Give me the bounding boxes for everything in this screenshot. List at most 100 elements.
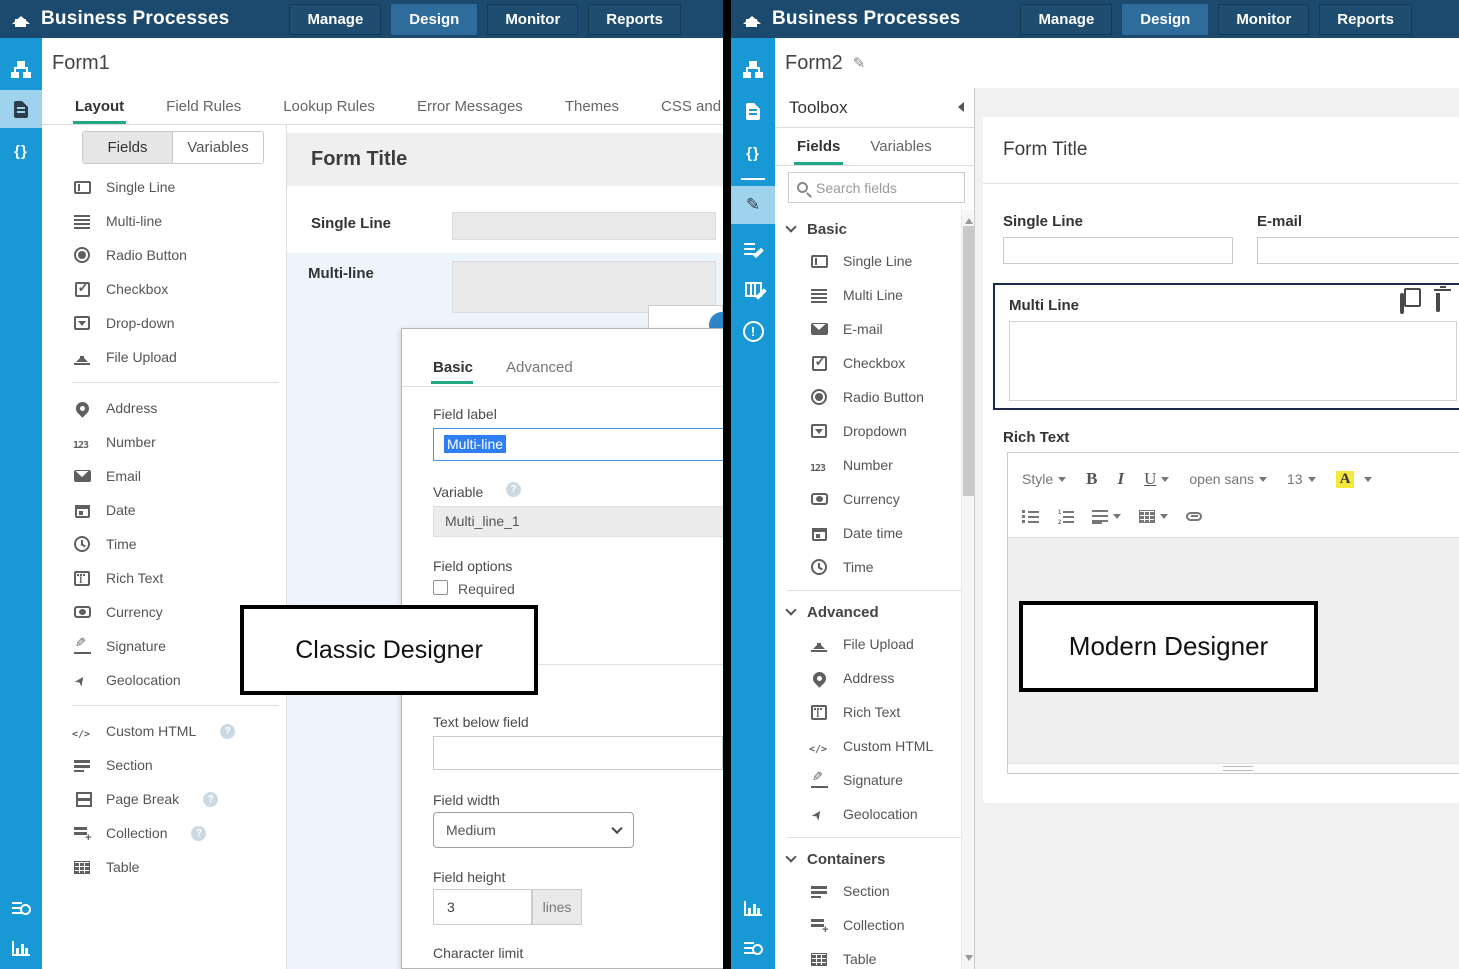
style-dropdown[interactable]: Style [1022,471,1066,487]
nav-item-monitor[interactable]: Monitor [487,4,578,35]
field-item-rich-text[interactable]: Rich Text [42,561,285,595]
tab-field-rules[interactable]: Field Rules [166,90,241,123]
toolbox-item-section[interactable]: Section [775,874,961,908]
duplicate-field-icon[interactable] [1400,295,1404,313]
form-document-icon[interactable] [0,90,42,128]
toolbox-scrollbar[interactable] [961,210,974,969]
tab-layout[interactable]: Layout [75,90,124,123]
toolbox-item-checkbox[interactable]: Checkbox [775,346,961,380]
section-advanced[interactable]: Advanced [775,597,961,627]
scroll-down-icon[interactable] [965,955,973,965]
required-checkbox[interactable] [433,580,448,595]
nav-item-reports[interactable]: Reports [588,4,681,35]
email-field-input[interactable] [1257,237,1459,264]
search-list-icon[interactable] [731,929,775,967]
form-document-icon[interactable] [731,92,775,130]
field-item-checkbox[interactable]: Checkbox [42,272,285,306]
font-family-dropdown[interactable]: open sans [1189,471,1267,487]
insert-table-dropdown[interactable] [1139,510,1168,523]
table-rules-icon[interactable] [731,270,775,308]
delete-field-icon[interactable] [1436,293,1440,311]
help-icon[interactable]: ? [203,792,218,807]
help-icon[interactable]: ? [506,482,521,497]
sitemap-icon[interactable] [0,50,42,88]
field-item-page-break[interactable]: Page Break? [42,782,285,816]
field-item-single-line[interactable]: Single Line [42,170,285,204]
bar-chart-icon[interactable] [0,929,42,967]
home-icon[interactable] [743,12,760,27]
toolbox-item-file-upload[interactable]: File Upload [775,627,961,661]
field-rules-icon[interactable] [731,230,775,268]
field-item-email[interactable]: Email [42,459,285,493]
collapse-panel-icon[interactable] [953,102,964,112]
toolbox-item-address[interactable]: Address [775,661,961,695]
insert-link-button[interactable] [1186,512,1202,521]
toolbox-item-table[interactable]: Table [775,942,961,969]
help-icon[interactable]: ? [191,826,206,841]
nav-item-monitor[interactable]: Monitor [1218,4,1309,35]
field-width-select[interactable]: Medium [433,812,634,848]
single-line-field-input[interactable] [1003,237,1233,264]
field-label-input[interactable]: Multi-line [433,428,723,461]
underline-dropdown[interactable]: U [1144,469,1169,489]
pencil-designer-icon[interactable]: ✎ [731,186,775,224]
field-item-multi-line[interactable]: Multi-line [42,204,285,238]
toggle-fields[interactable]: Fields [83,132,173,163]
alert-icon[interactable]: ! [731,312,775,350]
field-item-table[interactable]: Table [42,850,285,884]
bar-chart-icon[interactable] [731,889,775,927]
toolbox-item-collection[interactable]: Collection [775,908,961,942]
field-item-section[interactable]: Section [42,748,285,782]
section-basic[interactable]: Basic [775,214,961,244]
nav-item-manage[interactable]: Manage [289,4,381,35]
toggle-variables[interactable]: Variables [173,132,263,163]
font-size-dropdown[interactable]: 13 [1287,471,1316,487]
toolbox-item-dropdown[interactable]: Dropdown [775,414,961,448]
font-color-dropdown[interactable]: A [1336,471,1373,488]
toolbox-item-single-line[interactable]: Single Line [775,244,961,278]
help-icon[interactable]: ? [220,724,235,739]
toolbox-item-time[interactable]: Time [775,550,961,584]
braces-icon[interactable]: {} [731,134,775,172]
toolbox-item-currency[interactable]: Currency [775,482,961,516]
nav-item-reports[interactable]: Reports [1319,4,1412,35]
scrollbar-thumb[interactable] [963,226,974,496]
field-height-input[interactable]: 3 [433,889,532,925]
field-item-address[interactable]: Address [42,391,285,425]
tab-themes[interactable]: Themes [565,90,619,123]
field-item-collection[interactable]: Collection? [42,816,285,850]
italic-button[interactable]: I [1117,469,1124,489]
field-item-custom-html[interactable]: Custom HTML? [42,714,285,748]
form-title-bar[interactable]: Form Title [287,133,723,186]
field-item-radio-button[interactable]: Radio Button [42,238,285,272]
tab-error-messages[interactable]: Error Messages [417,90,523,123]
toolbox-tab-variables[interactable]: Variables [870,129,931,164]
toolbox-item-radio-button[interactable]: Radio Button [775,380,961,414]
toolbox-item-multi-line[interactable]: Multi Line [775,278,961,312]
search-list-icon[interactable] [0,889,42,927]
toolbox-item-signature[interactable]: Signature [775,763,961,797]
form-title[interactable]: Form Title [1003,139,1087,161]
field-item-time[interactable]: Time [42,527,285,561]
tab-css-javascript[interactable]: CSS and JavaScript [661,90,723,123]
toolbox-item-custom-html[interactable]: Custom HTML [775,729,961,763]
nav-item-design[interactable]: Design [1122,4,1208,35]
text-below-field-input[interactable] [433,736,723,770]
selected-multi-line-field[interactable]: Multi Line [993,283,1459,410]
toolbox-item-rich-text[interactable]: Rich Text [775,695,961,729]
multi-line-field-input[interactable] [1009,321,1457,401]
field-item-date[interactable]: Date [42,493,285,527]
properties-tab-advanced[interactable]: Advanced [506,359,573,376]
nav-item-design[interactable]: Design [391,4,477,35]
single-line-field-input[interactable] [452,212,716,240]
align-dropdown[interactable] [1092,509,1121,523]
field-item-number[interactable]: Number [42,425,285,459]
toolbox-item-geolocation[interactable]: Geolocation [775,797,961,831]
richtext-resize-handle[interactable] [1008,763,1459,773]
sitemap-icon[interactable] [731,50,775,88]
toolbox-item-number[interactable]: Number [775,448,961,482]
toolbox-item-date-time[interactable]: Date time [775,516,961,550]
search-input[interactable] [816,180,946,196]
field-item-drop-down[interactable]: Drop-down [42,306,285,340]
tab-lookup-rules[interactable]: Lookup Rules [283,90,375,123]
